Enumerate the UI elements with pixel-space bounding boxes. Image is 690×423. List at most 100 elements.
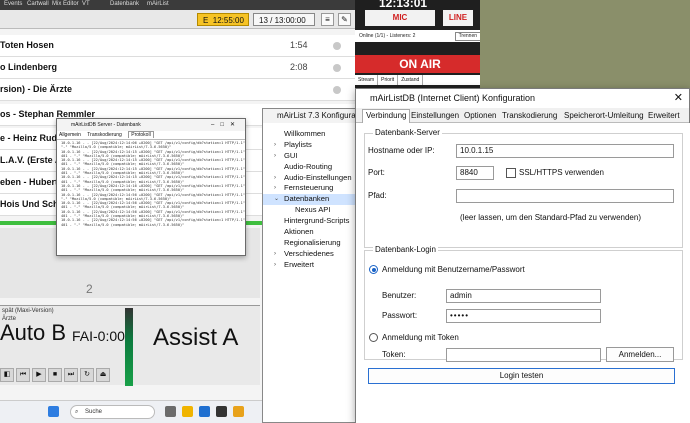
tab-speicherort-umleitung[interactable]: Speicherort-Umleitung (561, 110, 647, 123)
playlist-duration: 2:08 (290, 62, 308, 72)
password-label: Passwort: (382, 311, 418, 320)
list-button[interactable]: ≡ (321, 13, 334, 26)
login-token-radio[interactable] (369, 333, 378, 342)
config-tree-label: Erweitert (284, 259, 314, 269)
next-icon[interactable]: ⏭ (64, 368, 78, 382)
window-controls[interactable]: –□✕ (211, 119, 241, 131)
menu-mairlist[interactable]: mAirList (147, 1, 169, 7)
config-tree-item[interactable]: Regionalisierung (263, 238, 361, 249)
path-hint: (leer lassen, um den Standard-Pfad zu ve… (460, 213, 641, 222)
path-field[interactable] (456, 189, 674, 203)
menu-events[interactable]: Events (4, 1, 22, 7)
tab-allgemein[interactable]: Allgemein (59, 132, 81, 138)
edge-icon[interactable] (199, 406, 210, 417)
menu-datenbank[interactable]: Datenbank (110, 1, 139, 7)
token-field[interactable] (446, 348, 601, 362)
config-tree-label: Audio-Einstellungen (284, 172, 352, 182)
host-field[interactable]: 10.0.1.15 (456, 144, 674, 158)
playlist-row[interactable]: o Lindenberg 2:08 (0, 57, 370, 79)
eject-icon[interactable]: ⏏ (96, 368, 110, 382)
player-a-label: Auto B (0, 320, 67, 345)
port-field[interactable]: 8840 (456, 166, 494, 180)
windows-start-icon[interactable] (48, 406, 59, 417)
tab-optionen[interactable]: Optionen (461, 110, 499, 123)
tab-erweitert[interactable]: Erweitert (645, 110, 683, 123)
chevron-right-icon[interactable]: › (274, 173, 276, 184)
config-tree-item[interactable]: Aktionen (263, 227, 361, 238)
login-user-radio[interactable] (369, 265, 378, 274)
file-explorer-icon[interactable] (182, 406, 193, 417)
ssl-checkbox[interactable] (506, 168, 516, 178)
app-icon[interactable] (233, 406, 244, 417)
tab-transkodierung[interactable]: Transkodierung (499, 110, 560, 123)
disconnect-button[interactable]: Trennen (454, 32, 480, 41)
config-tree-item[interactable]: › Fernsteuerung (263, 183, 361, 194)
config-tree-item[interactable]: Hintergrund-Scripts (263, 216, 361, 227)
taskbar-search[interactable]: ⌕ Suche (70, 405, 155, 419)
cue-icon[interactable]: ◧ (0, 368, 14, 382)
edit-icon[interactable]: ✎ (338, 13, 351, 26)
test-login-button[interactable]: Login testen (368, 368, 675, 384)
mic-button[interactable]: MIC (365, 10, 435, 26)
config-tree-item[interactable]: › Verschiedenes (263, 249, 361, 260)
loop-icon[interactable]: ↻ (80, 368, 94, 382)
online-status-text: Online (1/1) - Listeners: 2 (359, 33, 416, 39)
menu-cartwall[interactable]: Cartwall (27, 1, 49, 7)
password-field[interactable]: ••••• (446, 309, 601, 323)
config-tree-label: Verschiedenes (284, 248, 334, 258)
config-tree-label: Willkommen (284, 129, 326, 138)
config-tree-item[interactable]: Nexus API (263, 205, 361, 216)
config-tree-item[interactable]: › GUI (263, 151, 361, 162)
tab-verbindung[interactable]: Verbindung (362, 109, 411, 124)
log-output: 10.0.1.16 - - [22/Aug/2024:12:14:06 +020… (57, 140, 245, 252)
config-tree-item[interactable]: › Erweitert (263, 260, 361, 271)
task-view-icon[interactable] (165, 406, 176, 417)
page-number: 2 (86, 282, 93, 296)
menu-vt[interactable]: VT (82, 1, 90, 7)
current-time: E 12:55:00 (197, 13, 249, 26)
playlist-row[interactable]: rsion) - Die Ärzte (0, 79, 370, 101)
play-icon[interactable]: ▶ (32, 368, 46, 382)
config-tree-label: Aktionen (284, 227, 314, 237)
tab-transkodierung[interactable]: Transkodierung (87, 132, 122, 138)
player-b-label: Assist A (153, 324, 239, 351)
login-token-label: Anmeldung mit Token (382, 333, 459, 342)
config-tree-item[interactable]: › Playlists (263, 140, 361, 151)
window-titlebar: mAirListDB Server - Datenbank –□✕ (57, 119, 245, 131)
config-tree-label: Audio-Routing (284, 161, 333, 171)
tab-protokoll[interactable]: Protokoll (128, 131, 154, 138)
path-label: Pfad: (368, 191, 387, 200)
chevron-right-icon[interactable]: › (274, 151, 276, 162)
config-tree-label: Playlists (284, 139, 312, 149)
token-label: Token: (382, 350, 406, 359)
config-tree-item[interactable]: Willkommen (263, 129, 361, 140)
chevron-right-icon[interactable]: › (274, 260, 276, 271)
config-tree-label: Fernsteuerung (284, 183, 334, 193)
status-dot-icon (333, 64, 341, 72)
chevron-right-icon[interactable]: › (274, 183, 276, 194)
config-tree-item[interactable]: Audio-Routing (263, 162, 361, 173)
config-window: mAirList 7.3 Konfiguration Willkommen › Pl… (262, 108, 362, 423)
playlist-title: o Lindenberg (0, 62, 57, 72)
close-icon[interactable]: ✕ (674, 89, 683, 108)
line-button[interactable]: LINE (443, 10, 473, 26)
config-tree-item[interactable]: › Audio-Einstellungen (263, 173, 361, 184)
tab-einstellungen[interactable]: Einstellungen (408, 110, 462, 123)
playlist-row[interactable]: Toten Hosen 1:54 (0, 35, 370, 57)
online-status: Online (1/1) - Listeners: 2 Trennen (355, 30, 480, 42)
chevron-down-icon[interactable]: ⌄ (274, 194, 279, 205)
config-tree-item[interactable]: ⌄ Datenbanken (263, 194, 361, 206)
chevron-right-icon[interactable]: › (274, 140, 276, 151)
chevron-right-icon[interactable]: › (274, 249, 276, 260)
user-label: Benutzer: (382, 291, 417, 300)
ssl-label: SSL/HTTPS verwenden (519, 168, 604, 177)
prev-icon[interactable]: ⏮ (16, 368, 30, 382)
user-field[interactable]: admin (446, 289, 601, 303)
playlist-title: Toten Hosen (0, 40, 54, 50)
store-icon[interactable] (216, 406, 227, 417)
log-line: 401 - "-" "Mozilla/5.0 (compatible; mAir… (61, 222, 185, 227)
stop-icon[interactable]: ■ (48, 368, 62, 382)
token-login-button[interactable]: Anmelden... (606, 347, 674, 362)
menu-mix-editor[interactable]: Mix Editor (52, 1, 79, 7)
main-menu-bar: Events Cartwall Mix Editor VT Datenbank … (0, 0, 370, 10)
